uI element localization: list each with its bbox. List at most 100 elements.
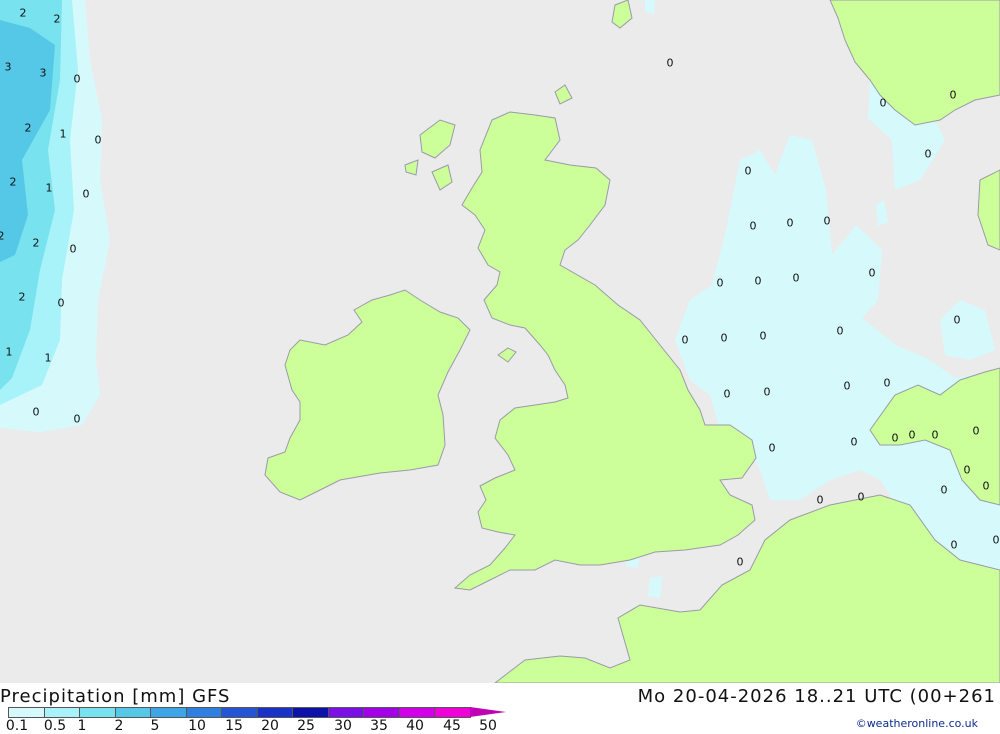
scale-tick-label: 45 — [443, 718, 461, 734]
grid-value: 0 — [73, 72, 81, 86]
grid-value: 0 — [759, 329, 767, 343]
grid-value: 0 — [857, 490, 865, 504]
scale-tick-label: 5 — [150, 718, 160, 734]
land-orkney — [554, 84, 573, 105]
land-ireland — [264, 289, 471, 501]
land-shetland — [611, 0, 633, 29]
land-lewis — [431, 164, 453, 191]
grid-value: 2 — [18, 290, 26, 304]
grid-value: 0 — [879, 96, 887, 110]
scale-swatch — [363, 707, 400, 718]
grid-value: 0 — [82, 187, 90, 201]
map-title: Precipitation [mm] GFS — [0, 686, 231, 707]
grid-value: 0 — [681, 333, 689, 347]
scale-swatch — [185, 707, 222, 718]
grid-value: 0 — [754, 274, 762, 288]
grid-value: 0 — [823, 214, 831, 228]
scale-tick-label: 50 — [479, 718, 497, 734]
grid-value: 0 — [908, 428, 916, 442]
grid-value: 1 — [5, 345, 13, 359]
scale-tick-label: 0.1 — [5, 718, 29, 734]
scale-swatch — [221, 707, 258, 718]
grid-value: 2 — [24, 121, 32, 135]
copyright-link[interactable]: ©weatheronline.co.uk — [856, 717, 978, 730]
grid-value: 0 — [666, 56, 674, 70]
land-jutland — [977, 169, 1000, 251]
scale-swatch — [327, 707, 364, 718]
scale-swatch — [43, 707, 80, 718]
grid-value: 0 — [891, 431, 899, 445]
grid-value: 3 — [4, 60, 12, 74]
precip-area-east — [940, 300, 995, 360]
grid-value: 0 — [32, 405, 40, 419]
scale-tick-label: 35 — [370, 718, 388, 734]
color-scale — [8, 707, 506, 718]
grid-value: 0 — [843, 379, 851, 393]
scale-tick-label: 15 — [225, 718, 243, 734]
grid-value: 0 — [924, 147, 932, 161]
scale-swatch — [434, 707, 471, 718]
grid-value: 0 — [883, 376, 891, 390]
grid-value: 0 — [836, 324, 844, 338]
grid-value: 0 — [716, 276, 724, 290]
grid-value: 0 — [868, 266, 876, 280]
grid-value: 0 — [720, 331, 728, 345]
grid-value: 0 — [57, 296, 65, 310]
precip-area-sm-3 — [648, 576, 662, 598]
map-canvas — [0, 0, 1000, 683]
precip-area-sm-4 — [645, 0, 655, 14]
grid-value: 0 — [749, 219, 757, 233]
precip-area-sm-1 — [876, 200, 888, 226]
scale-swatch — [114, 707, 151, 718]
grid-value: 0 — [982, 479, 990, 493]
grid-value: 0 — [963, 463, 971, 477]
land-isle-of-man — [497, 347, 517, 363]
scale-tick-label: 10 — [188, 718, 206, 734]
land-skye — [404, 159, 419, 176]
scale-tick-label: 40 — [406, 718, 424, 734]
grid-value: 1 — [45, 181, 53, 195]
scale-tick-label: 0.5 — [43, 718, 67, 734]
forecast-datetime: Mo 20-04-2026 18..21 UTC (00+261 — [637, 686, 996, 707]
scale-tick-label: 1 — [77, 718, 87, 734]
grid-value: 0 — [69, 242, 77, 256]
grid-value: 0 — [972, 424, 980, 438]
grid-value: 0 — [950, 538, 958, 552]
scale-swatch — [292, 707, 329, 718]
grid-value: 0 — [763, 385, 771, 399]
scale-tick-label: 30 — [334, 718, 352, 734]
scale-tick-label: 2 — [114, 718, 124, 734]
grid-value: 2 — [19, 6, 27, 20]
grid-value: 0 — [949, 88, 957, 102]
scale-swatch — [398, 707, 435, 718]
scale-tick-label: 20 — [261, 718, 279, 734]
scale-arrow — [469, 707, 506, 717]
grid-value: 2 — [9, 175, 17, 189]
grid-value: 0 — [736, 555, 744, 569]
grid-value: 1 — [59, 127, 67, 141]
scale-swatch — [79, 707, 116, 718]
grid-value: 0 — [768, 441, 776, 455]
grid-value: 2 — [53, 12, 61, 26]
grid-value: 0 — [792, 271, 800, 285]
grid-value: 0 — [953, 313, 961, 327]
land-hebrides — [419, 119, 456, 159]
grid-value: 0 — [931, 428, 939, 442]
grid-value: 3 — [39, 66, 47, 80]
grid-value: 0 — [786, 216, 794, 230]
grid-value: 0 — [850, 435, 858, 449]
grid-value: 0 — [992, 533, 1000, 547]
scale-swatch — [256, 707, 293, 718]
scale-tick-label: 25 — [297, 718, 315, 734]
land-scandinavia — [829, 0, 1000, 126]
grid-value: 0 — [723, 387, 731, 401]
grid-value: 1 — [44, 351, 52, 365]
grid-value: 0 — [816, 493, 824, 507]
scale-swatch — [150, 707, 187, 718]
grid-value: 0 — [940, 483, 948, 497]
grid-value: 2 — [0, 229, 5, 243]
footer-legend: Precipitation [mm] GFS Mo 20-04-2026 18.… — [0, 683, 1000, 734]
scale-swatch — [8, 707, 45, 718]
grid-value: 0 — [744, 164, 752, 178]
grid-value: 0 — [94, 133, 102, 147]
